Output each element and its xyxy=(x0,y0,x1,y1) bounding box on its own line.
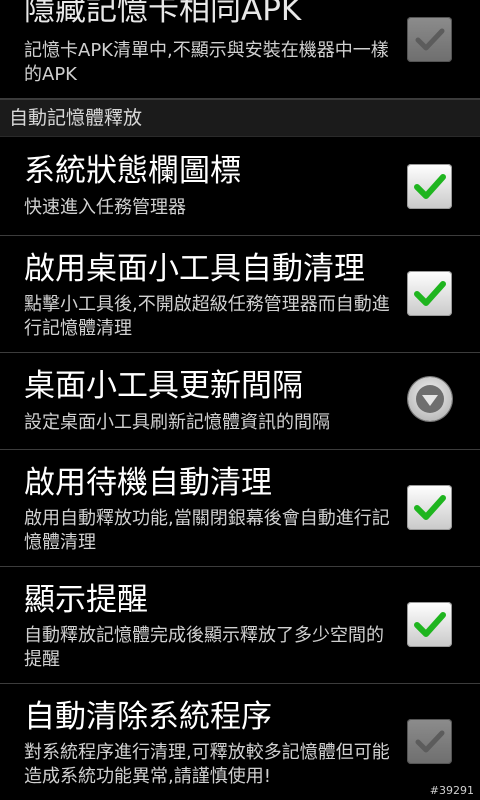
pref-summary: 記憶卡APK清單中,不顯示與安裝在機器中一樣的APK xyxy=(24,40,389,85)
chevron-down-icon xyxy=(416,385,444,413)
preferences-list: 隱藏記憶卡相同APK 記憶卡APK清單中,不顯示與安裝在機器中一樣的APK 自動… xyxy=(0,0,480,800)
pref-status-bar-icon[interactable]: 系統狀態欄圖標 快速進入任務管理器 xyxy=(0,137,480,236)
pref-summary: 設定桌面小工具刷新記憶體資訊的間隔 xyxy=(24,412,330,433)
checkmark-icon xyxy=(414,281,446,306)
dropdown-arrow-icon[interactable] xyxy=(408,377,452,421)
checkmark-icon xyxy=(414,612,446,637)
pref-title: 系統狀態欄圖標 xyxy=(24,153,241,189)
checkbox[interactable] xyxy=(407,164,452,209)
pref-title: 啟用待機自動清理 xyxy=(24,465,272,501)
pref-standby-auto-clean[interactable]: 啟用待機自動清理 啟用自動釋放功能,當關閉銀幕後會自動進行記憶體清理 xyxy=(0,450,480,567)
section-header: 自動記憶體釋放 xyxy=(0,99,480,137)
pref-title: 顯示提醒 xyxy=(24,582,148,618)
section-header-label: 自動記憶體釋放 xyxy=(9,107,143,129)
pref-auto-kill-system[interactable]: 自動清除系統程序 對系統程序進行清理,可釋放較多記憶體但可能造成系統功能異常,請… xyxy=(0,684,480,800)
checkbox[interactable] xyxy=(407,485,452,530)
checkbox[interactable] xyxy=(407,719,452,764)
pref-summary: 自動釋放記憶體完成後顯示釋放了多少空間的提醒 xyxy=(24,625,384,670)
pref-title: 啟用桌面小工具自動清理 xyxy=(24,251,365,287)
pref-title: 桌面小工具更新間隔 xyxy=(24,368,303,404)
checkmark-icon xyxy=(414,174,446,199)
pref-title: 隱藏記憶卡相同APK xyxy=(24,0,302,28)
pref-widget-auto-clean[interactable]: 啟用桌面小工具自動清理 點擊小工具後,不開啟超級任務管理器而自動進行記憶體清理 xyxy=(0,236,480,353)
checkmark-icon xyxy=(415,730,445,753)
pref-summary: 對系統程序進行清理,可釋放較多記憶體但可能造成系統功能異常,請謹慎使用! xyxy=(24,742,390,787)
checkmark-icon xyxy=(414,495,446,520)
pref-summary: 點擊小工具後,不開啟超級任務管理器而自動進行記憶體清理 xyxy=(24,294,390,339)
pref-summary: 啟用自動釋放功能,當關閉銀幕後會自動進行記憶體清理 xyxy=(24,508,390,553)
pref-title: 自動清除系統程序 xyxy=(24,699,272,735)
checkbox[interactable] xyxy=(407,271,452,316)
pref-show-reminder[interactable]: 顯示提醒 自動釋放記憶體完成後顯示釋放了多少空間的提醒 xyxy=(0,567,480,684)
pref-hide-same-apk[interactable]: 隱藏記憶卡相同APK 記憶卡APK清單中,不顯示與安裝在機器中一樣的APK xyxy=(0,0,480,99)
checkmark-icon xyxy=(415,28,445,51)
checkbox[interactable] xyxy=(407,17,452,62)
pref-widget-update-interval[interactable]: 桌面小工具更新間隔 設定桌面小工具刷新記憶體資訊的間隔 xyxy=(0,353,480,450)
checkbox[interactable] xyxy=(407,602,452,647)
pref-summary: 快速進入任務管理器 xyxy=(24,197,186,218)
watermark: #39291 xyxy=(429,784,474,797)
